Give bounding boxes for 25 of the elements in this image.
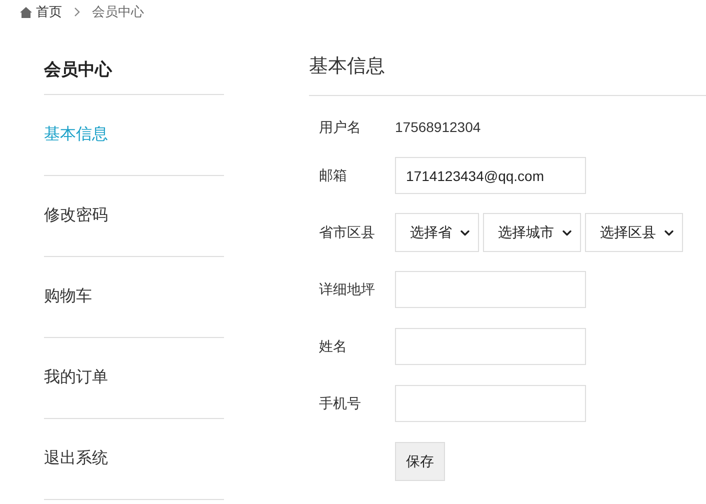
input-field[interactable] [395, 385, 586, 422]
sidebar-item[interactable]: 我的订单 [44, 366, 108, 390]
dropdown[interactable]: 选择城市 [483, 213, 581, 252]
breadcrumb-link[interactable]: 首页 [36, 2, 62, 22]
input-field[interactable] [395, 271, 586, 308]
sidebar-item[interactable]: 修改密码 [44, 204, 108, 228]
home-icon [20, 6, 32, 18]
chevron-right-icon [72, 7, 82, 17]
sidebar-item[interactable]: 购物车 [44, 285, 92, 309]
save-button[interactable]: 保存 [395, 442, 445, 481]
field-label: 邮箱 [319, 166, 348, 185]
field-label: 省市区县 [319, 223, 376, 242]
breadcrumb-link[interactable]: 会员中心 [92, 2, 144, 22]
username-value: 17568912304 [395, 118, 481, 136]
sidebar-title: 会员中心 [44, 58, 112, 80]
dropdown[interactable]: 选择区县 [585, 213, 683, 252]
input-field[interactable]: 1714123434@qq.com [395, 157, 586, 194]
sidebar-item[interactable]: 退出系统 [44, 447, 108, 471]
dropdown[interactable]: 选择省 [395, 213, 479, 252]
field-label: 用户名 [319, 118, 362, 136]
input-field[interactable] [395, 328, 586, 365]
section-title: 基本信息 [309, 54, 385, 78]
field-label: 姓名 [319, 337, 348, 356]
field-label: 详细地坪 [319, 280, 376, 299]
field-label: 手机号 [319, 394, 362, 413]
